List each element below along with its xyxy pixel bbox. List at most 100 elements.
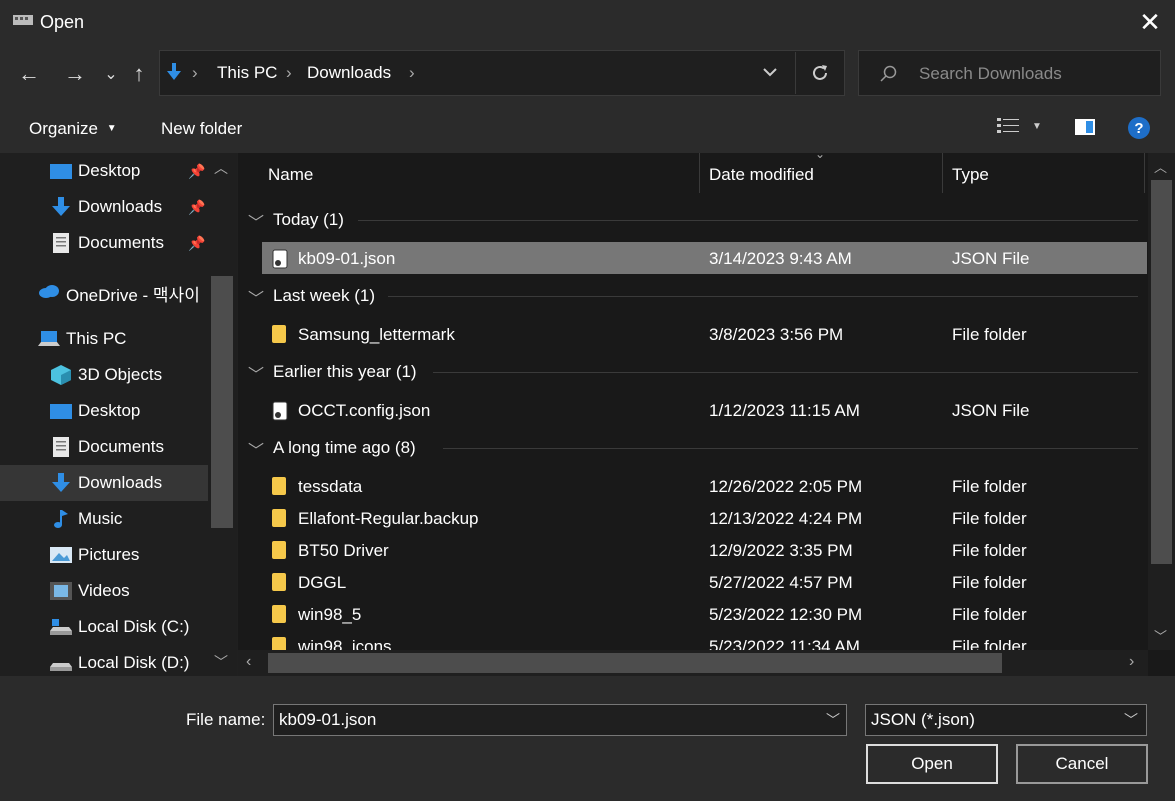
forward-button[interactable]: → (60, 58, 90, 90)
pin-icon[interactable]: 📌 (188, 163, 205, 180)
file-date: 3/8/2023 3:56 PM (709, 325, 844, 344)
sidebar-item-desktop[interactable]: Desktop (0, 393, 208, 429)
help-button[interactable]: ? (1128, 117, 1150, 139)
sidebar-item-documents-pinned[interactable]: Documents 📌 (0, 225, 208, 261)
file-name-input[interactable] (273, 704, 847, 736)
file-row[interactable]: BT50 Driver 12/9/2022 3:35 PM File folde… (262, 534, 1147, 566)
sidebar-item-pictures[interactable]: Pictures (0, 537, 208, 573)
address-divider (795, 52, 796, 94)
preview-pane-icon[interactable] (1074, 118, 1096, 136)
breadcrumb-separator[interactable]: › (409, 63, 415, 83)
vertical-scroll-thumb[interactable] (1151, 180, 1172, 564)
json-file-icon (272, 249, 288, 269)
view-options-chevron-icon[interactable]: ▼ (1032, 121, 1042, 132)
sidebar-item-this-pc[interactable]: This PC (0, 321, 208, 357)
navigation-pane-scroll-thumb[interactable] (211, 276, 233, 528)
column-header-type[interactable]: Type (952, 165, 989, 185)
view-details-icon[interactable] (996, 116, 1020, 138)
app-icon (13, 15, 33, 25)
chevron-down-icon: ﹀ (248, 215, 265, 232)
breadcrumb-this-pc[interactable]: This PC (217, 63, 277, 83)
sidebar-item-music[interactable]: Music (0, 501, 208, 537)
scroll-right-arrow-icon[interactable]: › (1129, 653, 1134, 671)
sidebar-item-label: Videos (78, 581, 130, 600)
scroll-up-arrow-icon[interactable]: ︿ (214, 158, 228, 178)
scroll-down-arrow-icon[interactable]: ﹀ (214, 652, 228, 672)
sidebar-item-onedrive[interactable]: OneDrive - 맥사이 (0, 273, 208, 309)
group-divider (388, 296, 1138, 297)
sidebar-item-downloads[interactable]: Downloads (0, 465, 208, 501)
chevron-down-icon: ﹀ (248, 367, 265, 384)
column-header-date-modified[interactable]: Date modified (709, 165, 814, 185)
sidebar-item-local-disk-c[interactable]: Local Disk (C:) (0, 609, 208, 645)
column-divider[interactable] (942, 153, 943, 193)
organize-menu-button[interactable]: Organize ▼ (29, 119, 117, 139)
file-name: win98_5 (298, 605, 362, 624)
back-button[interactable]: ← (14, 58, 44, 90)
file-type: File folder (952, 605, 1027, 624)
scroll-left-arrow-icon[interactable]: ‹ (246, 653, 251, 671)
up-button[interactable]: ↑ (124, 58, 154, 90)
sidebar-item-local-disk-d[interactable]: Local Disk (D:) (0, 645, 208, 676)
file-row[interactable]: win98_icons 5/23/2022 11:34 AM File fold… (262, 630, 1147, 650)
file-row[interactable]: OCCT.config.json 1/12/2023 11:15 AM JSON… (262, 394, 1147, 426)
json-file-icon (272, 401, 288, 421)
sidebar-item-documents[interactable]: Documents (0, 429, 208, 465)
documents-icon (53, 233, 69, 253)
pin-icon[interactable]: 📌 (188, 235, 205, 252)
sort-indicator-icon: ⌄ (815, 147, 826, 161)
file-row[interactable]: Samsung_lettermark 3/8/2023 3:56 PM File… (262, 318, 1147, 350)
horizontal-scroll-thumb[interactable] (268, 653, 1002, 673)
file-row[interactable]: tessdata 12/26/2022 2:05 PM File folder (262, 470, 1147, 502)
group-label: Last week (1) (273, 286, 376, 305)
group-label: A long time ago (8) (273, 438, 416, 457)
file-type: JSON File (952, 249, 1030, 268)
scroll-up-arrow-icon[interactable]: ︿ (1154, 157, 1167, 176)
file-date: 12/26/2022 2:05 PM (709, 477, 863, 496)
sidebar-item-videos[interactable]: Videos (0, 573, 208, 609)
sidebar-item-downloads-pinned[interactable]: Downloads 📌 (0, 189, 208, 225)
file-row[interactable]: win98_5 5/23/2022 12:30 PM File folder (262, 598, 1147, 630)
folder-icon (272, 541, 286, 559)
file-row[interactable]: kb09-01.json 3/14/2023 9:43 AM JSON File (262, 242, 1147, 274)
folder-icon (272, 477, 286, 495)
downloads-icon (52, 197, 70, 216)
column-header-name[interactable]: Name (268, 165, 313, 185)
folder-icon (272, 637, 286, 650)
group-header-today[interactable]: ﹀ Today (1) (248, 205, 1138, 235)
group-header-long-time-ago[interactable]: ﹀ A long time ago (8) (248, 433, 1138, 463)
recent-locations-button[interactable]: ⌄ (96, 58, 126, 90)
file-name: win98_icons (298, 637, 392, 650)
organize-label: Organize (29, 119, 98, 138)
file-name: tessdata (298, 477, 363, 496)
file-row[interactable]: DGGL 5/27/2022 4:57 PM File folder (262, 566, 1147, 598)
file-name: BT50 Driver (298, 541, 389, 560)
column-divider[interactable] (1144, 153, 1145, 193)
file-type-select[interactable]: JSON (*.json) ﹀ (865, 704, 1147, 736)
new-folder-button[interactable]: New folder (161, 119, 242, 139)
address-history-dropdown-icon[interactable] (762, 66, 778, 78)
pin-icon[interactable]: 📌 (188, 199, 205, 216)
scroll-down-arrow-icon[interactable]: ﹀ (1154, 626, 1167, 645)
group-header-earlier-this-year[interactable]: ﹀ Earlier this year (1) (248, 357, 1138, 387)
open-button[interactable]: Open (866, 744, 998, 784)
chevron-down-icon: ▼ (106, 123, 117, 134)
sidebar-item-label: Music (78, 509, 123, 528)
column-divider[interactable] (699, 153, 700, 193)
file-name-label: File name: (186, 710, 266, 729)
sidebar-item-3d-objects[interactable]: 3D Objects (0, 357, 208, 393)
file-name: OCCT.config.json (298, 401, 431, 420)
file-name-dropdown-icon[interactable]: ﹀ (826, 710, 840, 730)
folder-icon (272, 325, 286, 343)
sidebar-item-desktop-pinned[interactable]: Desktop 📌 (0, 153, 208, 189)
sidebar-item-label: OneDrive - 맥사이 (66, 286, 200, 305)
cancel-button[interactable]: Cancel (1016, 744, 1148, 784)
sidebar-item-label: Documents (78, 233, 164, 252)
chevron-down-icon: ﹀ (1124, 712, 1138, 728)
breadcrumb-downloads[interactable]: Downloads (307, 63, 391, 83)
desktop-icon (50, 164, 72, 179)
close-button[interactable]: ✕ (1125, 0, 1175, 45)
file-row[interactable]: Ellafont-Regular.backup 12/13/2022 4:24 … (262, 502, 1147, 534)
group-header-last-week[interactable]: ﹀ Last week (1) (248, 281, 1138, 311)
refresh-icon[interactable] (810, 63, 830, 83)
